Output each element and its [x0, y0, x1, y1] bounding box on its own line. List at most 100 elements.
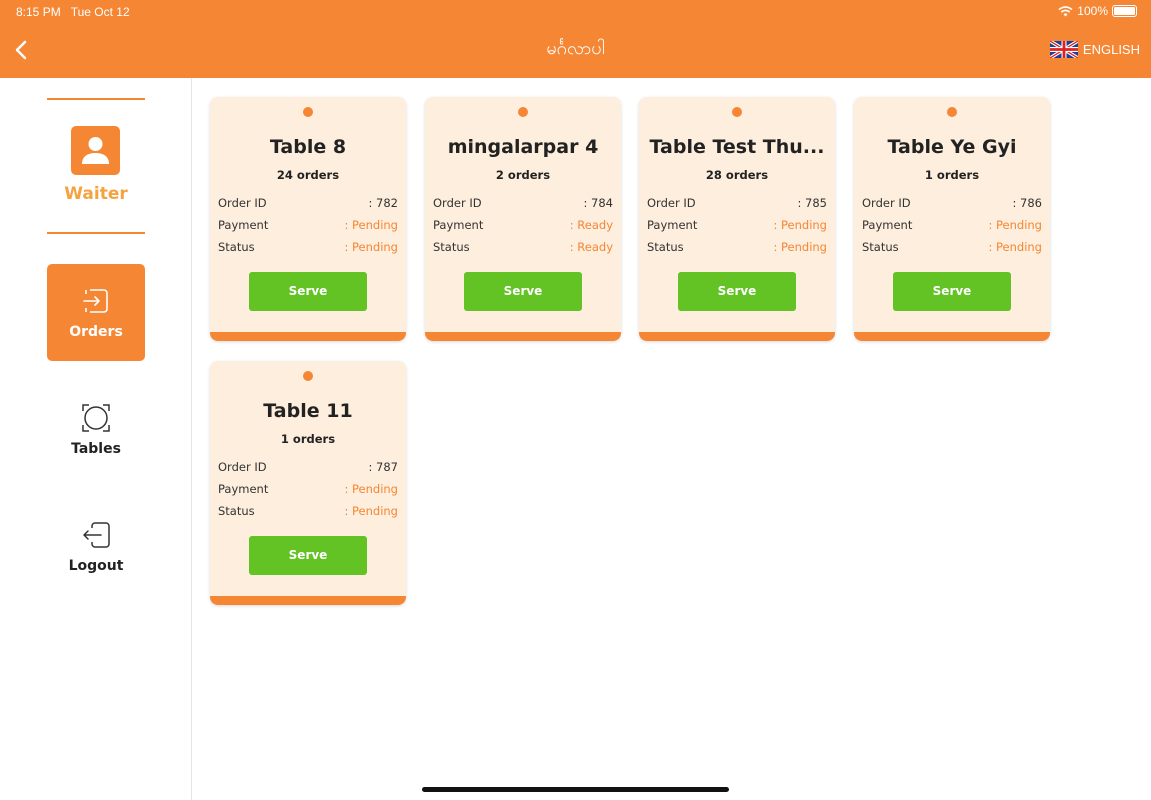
status-row: Status : Pending [218, 240, 398, 256]
payment-row: Payment : Pending [218, 218, 398, 234]
status-value: : Pending [773, 240, 827, 254]
status-row: Status : Pending [862, 240, 1042, 256]
status-time: 8:15 PM Tue Oct 12 [16, 5, 130, 19]
order-count: 24 orders [276, 168, 340, 182]
table-name: Table 11 [263, 400, 353, 422]
payment-value: : Pending [988, 218, 1042, 232]
payment-row: Payment : Pending [647, 218, 827, 234]
payment-label: Payment [647, 218, 698, 232]
table-name: Table Ye Gyi [887, 136, 1017, 158]
order-count: 2 orders [495, 168, 551, 182]
sidebar-item-logout[interactable]: Logout [47, 498, 145, 595]
serve-button[interactable]: Serve [464, 272, 582, 311]
status-label: Status [862, 240, 899, 254]
card-indicator-dot [303, 107, 313, 117]
status-label: Status [647, 240, 684, 254]
table-name: mingalarpar 4 [447, 136, 599, 158]
order-card[interactable]: Table Test Thu... 28 orders Order ID : 78… [639, 97, 835, 341]
status-value: : Pending [344, 240, 398, 254]
order-count: 1 orders [280, 432, 336, 446]
status-value: : Pending [988, 240, 1042, 254]
card-indicator-dot [947, 107, 957, 117]
order-id-row: Order ID : 785 [647, 196, 827, 212]
card-indicator-dot [518, 107, 528, 117]
order-id-value: : 782 [368, 196, 398, 210]
payment-value: : Pending [344, 482, 398, 496]
language-label: ENGLISH [1082, 42, 1140, 57]
status-label: Status [218, 504, 255, 518]
order-card[interactable]: Table Ye Gyi 1 orders Order ID : 786 Paym… [854, 97, 1050, 341]
language-switch[interactable]: ENGLISH [1049, 41, 1140, 58]
payment-row: Payment : Pending [218, 482, 398, 498]
table-name: Table 8 [269, 136, 347, 158]
status-row: Status : Ready [433, 240, 613, 256]
order-id-label: Order ID [433, 196, 482, 210]
order-id-row: Order ID : 786 [862, 196, 1042, 212]
sidebar-divider-top [47, 98, 145, 100]
order-id-label: Order ID [647, 196, 696, 210]
order-id-label: Order ID [218, 460, 267, 474]
card-stripe [854, 332, 1050, 341]
serve-button[interactable]: Serve [249, 272, 367, 311]
card-stripe [639, 332, 835, 341]
status-row: Status : Pending [647, 240, 827, 256]
role-label: Waiter [64, 184, 128, 204]
payment-row: Payment : Ready [433, 218, 613, 234]
order-id-row: Order ID : 784 [433, 196, 613, 212]
sidebar-item-label: Logout [68, 558, 124, 574]
user-avatar-icon [71, 126, 120, 175]
page-title: မင်္ဂလာပါ [546, 38, 605, 59]
payment-label: Payment [433, 218, 484, 232]
sidebar-divider-bottom [47, 232, 145, 234]
order-id-value: : 786 [1012, 196, 1042, 210]
status-clock: 8:15 PM [16, 5, 61, 19]
order-count: 1 orders [924, 168, 980, 182]
card-stripe [210, 332, 406, 341]
status-date: Tue Oct 12 [70, 5, 130, 19]
orders-icon [83, 289, 108, 313]
tables-icon [82, 404, 110, 432]
order-id-row: Order ID : 787 [218, 460, 398, 476]
order-card[interactable]: Table 8 24 orders Order ID : 782 Payment:… [210, 97, 406, 341]
sidebar: Waiter Orders Tables Logout [0, 78, 192, 800]
card-indicator-dot [303, 371, 313, 381]
serve-button[interactable]: Serve [678, 272, 796, 311]
order-id-label: Order ID [862, 196, 911, 210]
wifi-icon [1058, 5, 1073, 16]
top-bar: 8:15 PM Tue Oct 12 100% မင်္ဂလာပါ ENGLIS… [0, 0, 1151, 78]
order-count: 28 orders [705, 168, 769, 182]
payment-value: : Ready [569, 218, 613, 232]
payment-label: Payment [218, 218, 269, 232]
status-row: Status : Pending [218, 504, 398, 520]
logout-icon [83, 522, 110, 548]
order-id-value: : 784 [583, 196, 613, 210]
sidebar-item-orders[interactable]: Orders [47, 264, 145, 361]
battery-icon [1112, 5, 1137, 17]
payment-value: : Pending [773, 218, 827, 232]
payment-label: Payment [862, 218, 913, 232]
payment-value: : Pending [344, 218, 398, 232]
sidebar-item-label: Tables [71, 441, 121, 457]
order-id-label: Order ID [218, 196, 267, 210]
card-indicator-dot [732, 107, 742, 117]
order-id-row: Order ID : 782 [218, 196, 398, 212]
payment-row: Payment : Pending [862, 218, 1042, 234]
order-card[interactable]: mingalarpar 4 2 orders Order ID : 784 Pay… [425, 97, 621, 341]
sidebar-item-label: Orders [69, 324, 123, 340]
home-indicator[interactable] [422, 787, 729, 792]
order-id-value: : 785 [797, 196, 827, 210]
status-value: : Pending [344, 504, 398, 518]
sidebar-item-tables[interactable]: Tables [47, 381, 145, 478]
order-id-value: : 787 [368, 460, 398, 474]
battery-percent: 100% [1077, 4, 1108, 18]
status-label: Status [218, 240, 255, 254]
card-stripe [425, 332, 621, 341]
serve-button[interactable]: Serve [893, 272, 1011, 311]
status-value: : Ready [569, 240, 613, 254]
table-name: Table Test Thu... [649, 136, 825, 158]
order-card[interactable]: Table 11 1 orders Order ID : 787 Payment:… [210, 361, 406, 605]
status-indicators: 100% [1058, 4, 1137, 18]
payment-label: Payment [218, 482, 269, 496]
serve-button[interactable]: Serve [249, 536, 367, 575]
status-label: Status [433, 240, 470, 254]
